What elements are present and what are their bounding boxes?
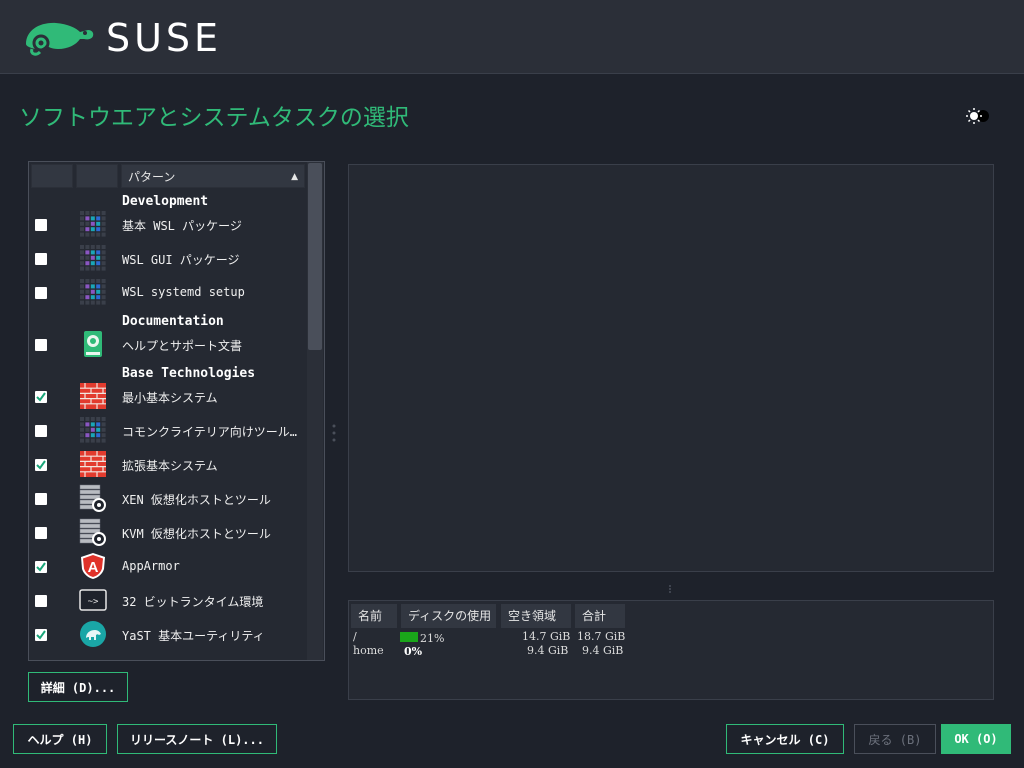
pattern-grid-icon [79,416,107,444]
pattern-label: ヘルプとサポート文書 [122,339,243,353]
pattern-checkbox-checked[interactable] [35,561,47,573]
pattern-checkbox[interactable] [35,493,47,505]
column-header-checkbox[interactable] [31,164,73,188]
server-gear-icon [79,484,107,512]
pattern-row[interactable]: ヘルプとサポート文書 [29,328,305,362]
pattern-label: コモンクライテリア向けツール… [122,425,297,439]
scrollbar-thumb[interactable] [308,163,322,350]
server-gear-icon [79,518,107,546]
disk-column-usage[interactable]: ディスクの使用 [401,604,496,628]
disk-free-space: 9.4 GiB [527,644,569,657]
brick-wall-icon [79,450,107,478]
release-notes-button[interactable]: リリースノート (L)... [117,724,277,754]
disk-usage-percent: 0% [404,645,423,658]
pattern-label: AppArmor [122,559,180,573]
pattern-row[interactable]: ~> 32 ビットランタイム環境 [29,584,305,618]
theme-toggle[interactable] [962,104,992,128]
terminal-icon: ~> [79,586,107,614]
pattern-checkbox[interactable] [35,595,47,607]
pattern-checkbox-checked[interactable] [35,629,47,641]
pattern-group-header: Base Technologies [122,366,256,381]
ok-button[interactable]: OK (O) [941,724,1011,754]
pattern-checkbox[interactable] [35,287,47,299]
pattern-row[interactable]: YaST 基本ユーティリティ [29,618,305,652]
svg-text:~>: ~> [88,597,99,607]
pattern-row[interactable]: KVM 仮想化ホストとツール [29,516,305,550]
check-icon [36,460,46,470]
pattern-table[interactable]: パターン ▲ Development 基本 WSL パッケージ WSL GUI パッ… [28,161,325,661]
pattern-row[interactable]: 拡張基本システム [29,448,305,482]
pattern-label: WSL systemd setup [122,285,245,299]
pattern-grid-icon [79,278,107,306]
check-icon [36,562,46,572]
pattern-list[interactable]: パターン ▲ Development 基本 WSL パッケージ WSL GUI パッ… [29,162,305,660]
pattern-label: 拡張基本システム [122,459,218,473]
pattern-checkbox[interactable] [35,253,47,265]
disk-row-name: home [353,644,384,657]
pattern-group-header: Documentation [122,314,224,329]
column-header-pattern[interactable]: パターン ▲ [121,164,305,188]
pattern-description-panel [348,164,994,572]
column-header-icon[interactable] [76,164,118,188]
pattern-group-header: Development [122,194,209,209]
check-icon [36,392,46,402]
disk-total-space: 18.7 GiB [577,630,626,643]
pattern-checkbox[interactable] [35,425,47,437]
pattern-grid-icon [79,210,107,238]
pattern-label: WSL GUI パッケージ [122,253,240,267]
pattern-label: KVM 仮想化ホストとツール [122,527,271,541]
apparmor-shield-icon: A [79,552,107,580]
pattern-label: 基本 WSL パッケージ [122,219,242,233]
pattern-row[interactable]: A AppArmor [29,550,305,584]
pattern-grid-icon [79,244,107,272]
cancel-button[interactable]: キャンセル (C) [726,724,844,754]
pattern-row[interactable]: WSL systemd setup [29,276,305,310]
pattern-checkbox-checked[interactable] [35,391,47,403]
chameleon-logo-icon [26,22,94,56]
back-button[interactable]: 戻る (B) [854,724,936,754]
check-icon [36,630,46,640]
brick-wall-icon [79,382,107,410]
disk-column-free[interactable]: 空き領域 [501,604,571,628]
disk-total-space: 9.4 GiB [582,644,624,657]
pattern-row[interactable]: 基本 WSL パッケージ [29,208,305,242]
pattern-label: 最小基本システム [122,391,218,405]
pattern-row[interactable]: XEN 仮想化ホストとツール [29,482,305,516]
disk-usage-percent: 21% [420,632,445,645]
pattern-label: 32 ビットランタイム環境 [122,595,264,609]
help-button[interactable]: ヘルプ (H) [13,724,107,754]
page-title: ソフトウエアとシステムタスクの選択 [19,105,409,131]
disk-usage-bar [400,632,418,642]
pattern-row[interactable]: WSL GUI パッケージ [29,242,305,276]
disk-column-name[interactable]: 名前 [351,604,397,628]
sun-moon-icon[interactable] [962,104,992,128]
column-header-pattern-label: パターン [128,170,176,184]
sort-ascending-icon: ▲ [291,172,298,182]
top-banner: SUSE [0,0,1024,74]
grip-dots-icon[interactable] [331,422,337,444]
help-book-icon [79,330,107,358]
disk-usage-bar-fill [400,632,418,642]
disk-usage-table: 名前 ディスクの使用 空き領域 合計 / 21% 14.7 GiB 18.7 G… [348,600,994,700]
svg-text:A: A [88,559,99,576]
vertical-splitter-handle[interactable] [331,422,337,444]
suse-logo: SUSE [22,16,223,60]
pattern-checkbox[interactable] [35,527,47,539]
pattern-label: XEN 仮想化ホストとツール [122,493,271,507]
pattern-row[interactable]: コモンクライテリア向けツール… [29,414,305,448]
pattern-checkbox-checked[interactable] [35,459,47,471]
details-button[interactable]: 詳細 (D)... [28,672,128,702]
pattern-label: YaST 基本ユーティリティ [122,629,265,643]
grip-dots-icon[interactable] [660,584,680,594]
pattern-checkbox[interactable] [35,339,47,351]
yast-chameleon-icon [79,620,107,648]
pattern-checkbox[interactable] [35,219,47,231]
disk-free-space: 14.7 GiB [522,630,571,643]
horizontal-splitter-handle[interactable] [660,579,680,593]
pattern-row[interactable]: 最小基本システム [29,380,305,414]
pattern-scrollbar[interactable] [307,162,323,660]
disk-row-name: / [353,630,357,643]
brand-name: SUSE [106,16,223,60]
disk-column-total[interactable]: 合計 [575,604,625,628]
